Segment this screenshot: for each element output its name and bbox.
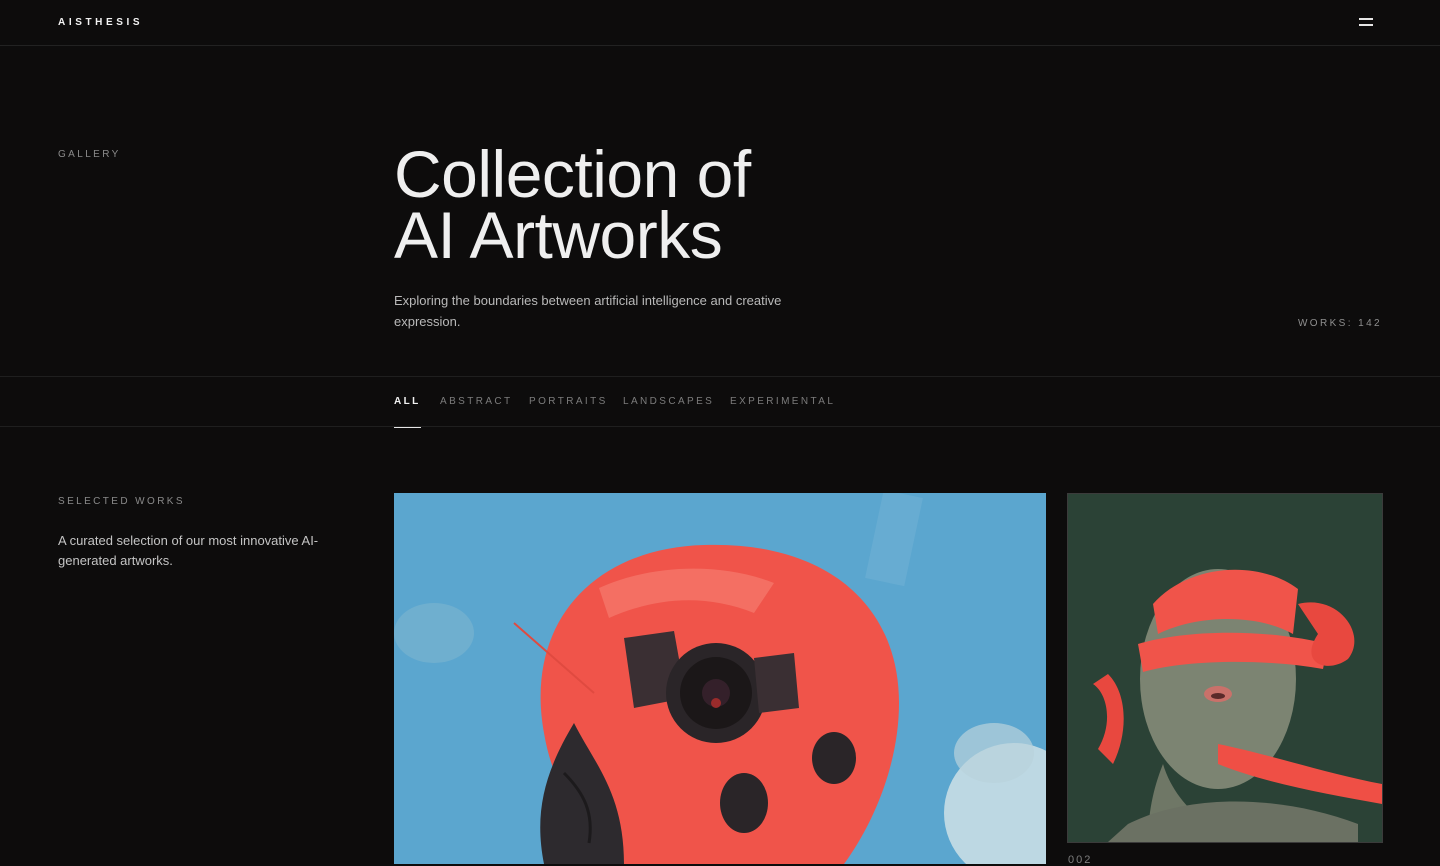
menu-icon[interactable] <box>1356 16 1378 30</box>
artwork-card-ribbon-portrait[interactable] <box>1067 493 1383 843</box>
page-title: Collection of AI Artworks <box>394 137 994 272</box>
gallery-eyebrow: GALLERY <box>58 149 121 160</box>
title-line-2: AI Artworks <box>394 198 723 272</box>
filter-tabs: ALL ABSTRACT PORTRAITS LANDSCAPES EXPERI… <box>0 376 1440 428</box>
artwork-image-ribbon-portrait <box>1068 494 1382 842</box>
top-bar: AISTHESIS <box>0 0 1440 46</box>
site-logo[interactable]: AISTHESIS <box>58 17 143 28</box>
hero-subtitle: Exploring the boundaries between artific… <box>394 293 782 329</box>
works-count: WORKS: 142 <box>1297 318 1382 329</box>
artwork-number: 002 <box>1068 854 1093 866</box>
artwork-image-skull <box>394 493 1046 864</box>
tab-all[interactable]: ALL <box>394 377 421 428</box>
title-line-1: Collection of <box>394 137 751 211</box>
tab-experimental[interactable]: EXPERIMENTAL <box>730 377 835 427</box>
selected-works-eyebrow: SELECTED WORKS <box>58 496 185 507</box>
menu-line <box>1359 18 1373 20</box>
selected-works-description: A curated selection of our most innovati… <box>58 533 319 568</box>
artwork-card-skull[interactable] <box>394 493 1046 864</box>
tab-portraits[interactable]: PORTRAITS <box>529 377 608 427</box>
menu-line <box>1359 24 1373 26</box>
tab-landscapes[interactable]: LANDSCAPES <box>623 377 714 427</box>
tab-abstract[interactable]: ABSTRACT <box>440 377 513 427</box>
